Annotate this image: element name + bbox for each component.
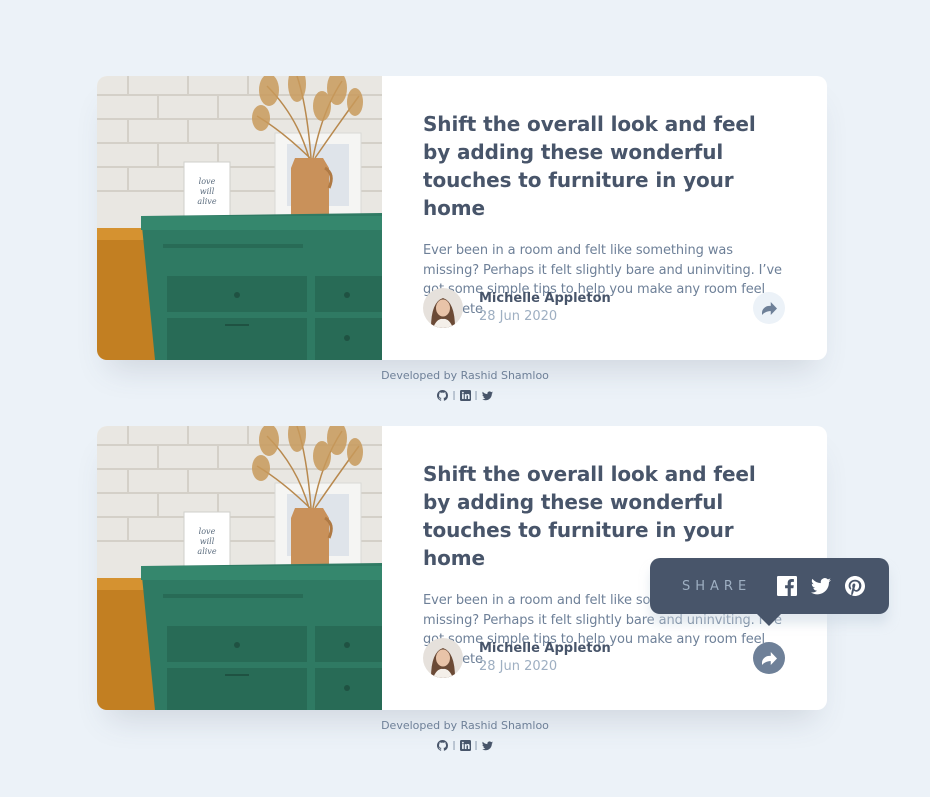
- share-button[interactable]: [753, 642, 785, 674]
- twitter-icon[interactable]: [811, 577, 832, 595]
- credit-separator: |: [474, 740, 478, 751]
- avatar: [423, 288, 463, 328]
- linkedin-icon[interactable]: [459, 386, 471, 405]
- github-icon[interactable]: [437, 386, 449, 405]
- author-block: Michelle Appleton 28 Jun 2020: [423, 638, 611, 678]
- credit-links: | |: [0, 386, 930, 405]
- share-label: SHARE: [682, 578, 752, 594]
- post-date: 28 Jun 2020: [479, 659, 558, 674]
- svg-text:alive: alive: [197, 547, 216, 556]
- article-title[interactable]: Shift the overall look and feel by addin…: [423, 460, 785, 572]
- article-card: love will alive Shift the overall look a…: [97, 76, 827, 360]
- linkedin-icon[interactable]: [459, 736, 471, 755]
- pinterest-icon[interactable]: [845, 576, 866, 596]
- svg-text:will: will: [200, 537, 215, 546]
- author-name: Michelle Appleton: [479, 291, 611, 306]
- developer-credit: Developed by Rashid Shamloo: [381, 369, 549, 382]
- twitter-icon[interactable]: [481, 736, 493, 755]
- article-title[interactable]: Shift the overall look and feel by addin…: [423, 110, 785, 222]
- facebook-icon[interactable]: [777, 576, 798, 596]
- credit-separator: |: [452, 740, 456, 751]
- share-icon: [761, 301, 777, 315]
- svg-text:love: love: [199, 527, 216, 536]
- article-image: love will alive: [97, 426, 382, 710]
- avatar: [423, 638, 463, 678]
- svg-text:love: love: [199, 177, 216, 186]
- share-icon: [761, 651, 777, 665]
- post-date: 28 Jun 2020: [479, 309, 558, 324]
- share-button[interactable]: [753, 292, 785, 324]
- credit-separator: |: [452, 390, 456, 401]
- author-name: Michelle Appleton: [479, 641, 611, 656]
- svg-text:will: will: [200, 187, 215, 196]
- github-icon[interactable]: [437, 736, 449, 755]
- article-image: love will alive: [97, 76, 382, 360]
- developer-credit: Developed by Rashid Shamloo: [381, 719, 549, 732]
- credit-links: | |: [0, 736, 930, 755]
- share-popover: SHARE: [650, 558, 889, 626]
- twitter-icon[interactable]: [481, 386, 493, 405]
- credit-separator: |: [474, 390, 478, 401]
- author-block: Michelle Appleton 28 Jun 2020: [423, 288, 611, 328]
- svg-text:alive: alive: [197, 197, 216, 206]
